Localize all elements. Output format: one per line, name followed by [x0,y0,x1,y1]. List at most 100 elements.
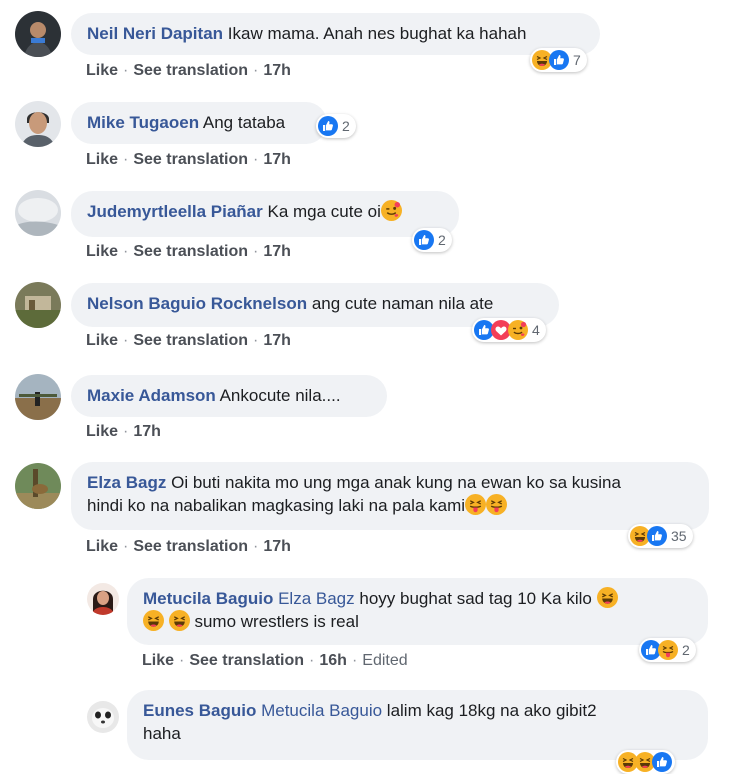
reaction-count: 2 [682,642,690,658]
separator: · [123,151,129,168]
comment-bubble: Judemyrtleella Piañar Ka mga cute oi [71,191,459,237]
see-translation-link[interactable]: See translation [133,538,248,555]
like-button[interactable]: Like [86,538,118,555]
comment-text: Ikaw mama. Anah nes bughat ka hahah [227,24,527,43]
timestamp[interactable]: 16h [319,652,347,669]
like-icon [549,50,569,70]
separator: · [123,62,129,79]
comment-actions: Like · See translation · 17h [86,151,291,169]
comment-text: hindi ko na nabalikan magkasing laki na … [87,496,466,515]
mention-link[interactable]: Elza Bagz [278,589,355,608]
like-icon [647,526,667,546]
comment-bubble: Elza Bagz Oi buti nakita mo ung mga anak… [71,462,709,530]
separator: · [309,652,315,669]
comment-text: Ang tataba [202,113,286,132]
comment-actions: Like · See translation · 17h [86,332,291,350]
mention-link[interactable]: Metucila Baguio [261,701,382,720]
comment-author[interactable]: Elza Bagz [87,473,166,492]
separator: · [253,62,259,79]
reaction-count: 7 [573,52,581,68]
timestamp[interactable]: 17h [133,423,161,440]
reaction-count: 35 [671,528,687,544]
reply-text: haha [143,724,181,743]
comment-actions: Like · 17h [86,423,161,441]
timestamp[interactable]: 17h [263,62,291,79]
reaction-summary[interactable]: 4 [472,318,546,342]
like-icon [318,116,338,136]
comment-author[interactable]: Neil Neri Dapitan [87,24,223,43]
tongue-emoji-icon [465,494,486,515]
like-button[interactable]: Like [86,332,118,349]
tears-of-joy-emoji-icon [597,587,618,608]
like-button[interactable]: Like [86,151,118,168]
comment-text: ang cute naman nila ate [311,294,494,313]
timestamp[interactable]: 17h [263,332,291,349]
timestamp[interactable]: 17h [263,538,291,555]
reply-bubble: Eunes Baguio Metucila Baguio lalim kag 1… [127,690,708,760]
comment-author[interactable]: Maxie Adamson [87,386,216,405]
tears-of-joy-emoji-icon [169,610,190,631]
comment-bubble: Maxie Adamson Ankocute nila.... [71,375,387,417]
avatar[interactable] [15,374,61,420]
comment-actions: Like · See translation · 17h [86,62,291,80]
comment-bubble: Neil Neri Dapitan Ikaw mama. Anah nes bu… [71,13,600,55]
separator: · [253,243,259,260]
separator: · [179,652,185,669]
avatar[interactable] [87,583,119,615]
separator: · [123,423,129,440]
like-icon [652,752,672,772]
comment-author[interactable]: Nelson Baguio Rocknelson [87,294,307,313]
reaction-summary[interactable] [616,750,675,774]
like-icon [414,230,434,250]
tongue-icon [658,640,678,660]
reply-author[interactable]: Eunes Baguio [143,701,256,720]
separator: · [123,332,129,349]
see-translation-link[interactable]: See translation [133,243,248,260]
reaction-summary[interactable]: 35 [628,524,693,548]
timestamp[interactable]: 17h [263,151,291,168]
kiss-wink-emoji-icon [381,200,402,221]
comment-text: Ankocute nila.... [219,386,341,405]
separator: · [253,332,259,349]
see-translation-link[interactable]: See translation [133,151,248,168]
tongue-emoji-icon [486,494,507,515]
avatar[interactable] [15,101,61,147]
reaction-summary[interactable]: 2 [639,638,696,662]
timestamp[interactable]: 17h [263,243,291,260]
wink-icon [508,320,528,340]
reaction-summary[interactable]: 7 [530,48,587,72]
like-button[interactable]: Like [86,243,118,260]
separator: · [253,538,259,555]
see-translation-link[interactable]: See translation [133,332,248,349]
separator: · [351,652,358,669]
like-button[interactable]: Like [86,62,118,79]
comment-actions: Like · See translation · 17h [86,538,291,556]
separator: · [253,151,259,168]
edited-label[interactable]: Edited [362,652,407,669]
avatar[interactable] [15,463,61,509]
reply-text: sumo wrestlers is real [194,612,359,631]
reply-author[interactable]: Metucila Baguio [143,589,273,608]
comment-bubble: Mike Tugaoen Ang tataba [71,102,327,144]
avatar[interactable] [15,11,61,57]
separator: · [123,243,129,260]
avatar[interactable] [87,701,119,733]
comment-text: Ka mga cute oi [267,202,381,221]
reaction-summary[interactable]: 2 [412,228,452,252]
comment-text: Oi buti nakita mo ung mga anak kung na e… [171,473,621,492]
reaction-count: 4 [532,322,540,338]
reaction-count: 2 [438,232,446,248]
avatar[interactable] [15,190,61,236]
see-translation-link[interactable]: See translation [189,652,304,669]
comment-author[interactable]: Judemyrtleella Piañar [87,202,263,221]
see-translation-link[interactable]: See translation [133,62,248,79]
reaction-count: 2 [342,118,350,134]
reaction-summary[interactable]: 2 [316,114,356,138]
like-button[interactable]: Like [142,652,174,669]
avatar[interactable] [15,282,61,328]
like-button[interactable]: Like [86,423,118,440]
comment-author[interactable]: Mike Tugaoen [87,113,199,132]
reply-text: hoyy bughat sad tag 10 Ka kilo [359,589,592,608]
reply-bubble: Metucila Baguio Elza Bagz hoyy bughat sa… [127,578,708,645]
reply-text: lalim kag 18kg na ako gibit2 [386,701,597,720]
